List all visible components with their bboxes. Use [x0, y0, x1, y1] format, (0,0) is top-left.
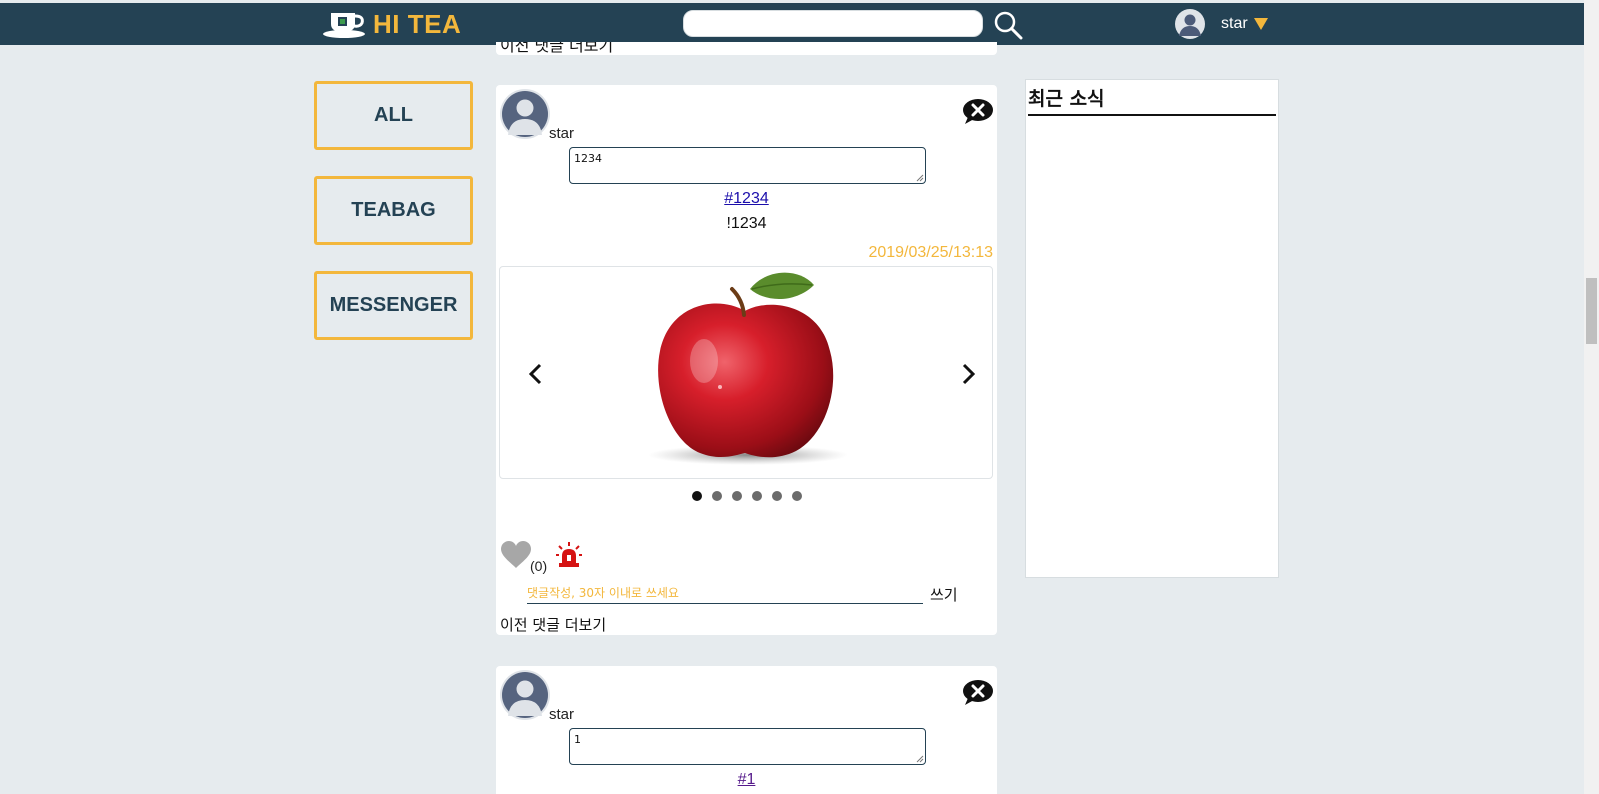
page-scrollbar[interactable]: [1584, 0, 1599, 794]
post-date: 2019/03/25/13:13: [868, 244, 993, 261]
carousel-dot[interactable]: [771, 491, 782, 501]
category-all-button[interactable]: ALL: [314, 81, 473, 150]
chevron-right-icon[interactable]: [959, 363, 977, 385]
carousel-dot[interactable]: [751, 491, 762, 501]
search-input[interactable]: [683, 10, 983, 37]
image-carousel: [499, 266, 993, 479]
post-hashtag-link[interactable]: #1: [496, 771, 997, 789]
author-avatar-icon[interactable]: [500, 670, 550, 720]
post-content-value: 1234: [574, 152, 602, 165]
scrollbar-thumb[interactable]: [1586, 278, 1597, 344]
close-bubble-icon: [963, 680, 993, 705]
previous-post-tail: 이전 댓글 더보기: [496, 42, 997, 55]
author-avatar-icon[interactable]: [500, 89, 550, 139]
post-author[interactable]: star: [549, 706, 574, 723]
siren-icon[interactable]: [555, 541, 583, 569]
resize-grip-icon[interactable]: [916, 755, 924, 763]
post-hashtag-link[interactable]: #1234: [496, 190, 997, 208]
user-name: star: [1221, 15, 1248, 32]
teacup-logo-icon: [323, 13, 365, 38]
news-title: 최근 소식: [1028, 84, 1276, 116]
close-bubble-icon: [963, 99, 993, 124]
category-teabag-button[interactable]: TEABAG: [314, 176, 473, 245]
write-comment-button[interactable]: 쓰기: [930, 584, 958, 605]
chevron-left-icon[interactable]: [527, 363, 545, 385]
carousel-dot[interactable]: [791, 491, 802, 501]
more-comments-link[interactable]: 이전 댓글 더보기: [500, 42, 613, 55]
caret-down-icon[interactable]: [1253, 18, 1268, 30]
heart-icon[interactable]: [500, 541, 532, 569]
category-messenger-button[interactable]: MESSENGER: [314, 271, 473, 340]
search-button[interactable]: [992, 9, 1024, 41]
delete-post-button[interactable]: [962, 679, 994, 705]
resize-grip-icon[interactable]: [916, 174, 924, 182]
user-menu[interactable]: star: [1175, 8, 1268, 40]
recent-news-panel: 최근 소식: [1025, 79, 1279, 578]
feed-post: star 1234 #1234 !1234 2019/03/25/13:13 (…: [496, 85, 997, 635]
carousel-dot[interactable]: [691, 491, 702, 501]
brand-name: HI TEA: [373, 8, 462, 39]
like-count: (0): [530, 558, 548, 574]
carousel-dot[interactable]: [731, 491, 742, 501]
comment-input[interactable]: [527, 584, 923, 604]
magnifier-icon: [994, 11, 1023, 40]
carousel-dot[interactable]: [711, 491, 722, 501]
post-content-textarea[interactable]: 1234: [569, 147, 926, 184]
post-body-text: !1234: [726, 215, 767, 232]
top-navbar: HI TEA star: [0, 3, 1584, 45]
post-author[interactable]: star: [549, 125, 574, 142]
more-comments-link[interactable]: 이전 댓글 더보기: [500, 614, 606, 635]
apple-image: [648, 272, 848, 465]
user-avatar-icon: [1175, 9, 1205, 39]
post-content-value: 1: [574, 733, 581, 746]
delete-post-button[interactable]: [962, 98, 994, 124]
brand-logo[interactable]: HI TEA: [322, 8, 461, 40]
carousel-indicators: [496, 491, 997, 501]
feed-post: star 1 #1: [496, 666, 997, 794]
post-content-textarea[interactable]: 1: [569, 728, 926, 765]
